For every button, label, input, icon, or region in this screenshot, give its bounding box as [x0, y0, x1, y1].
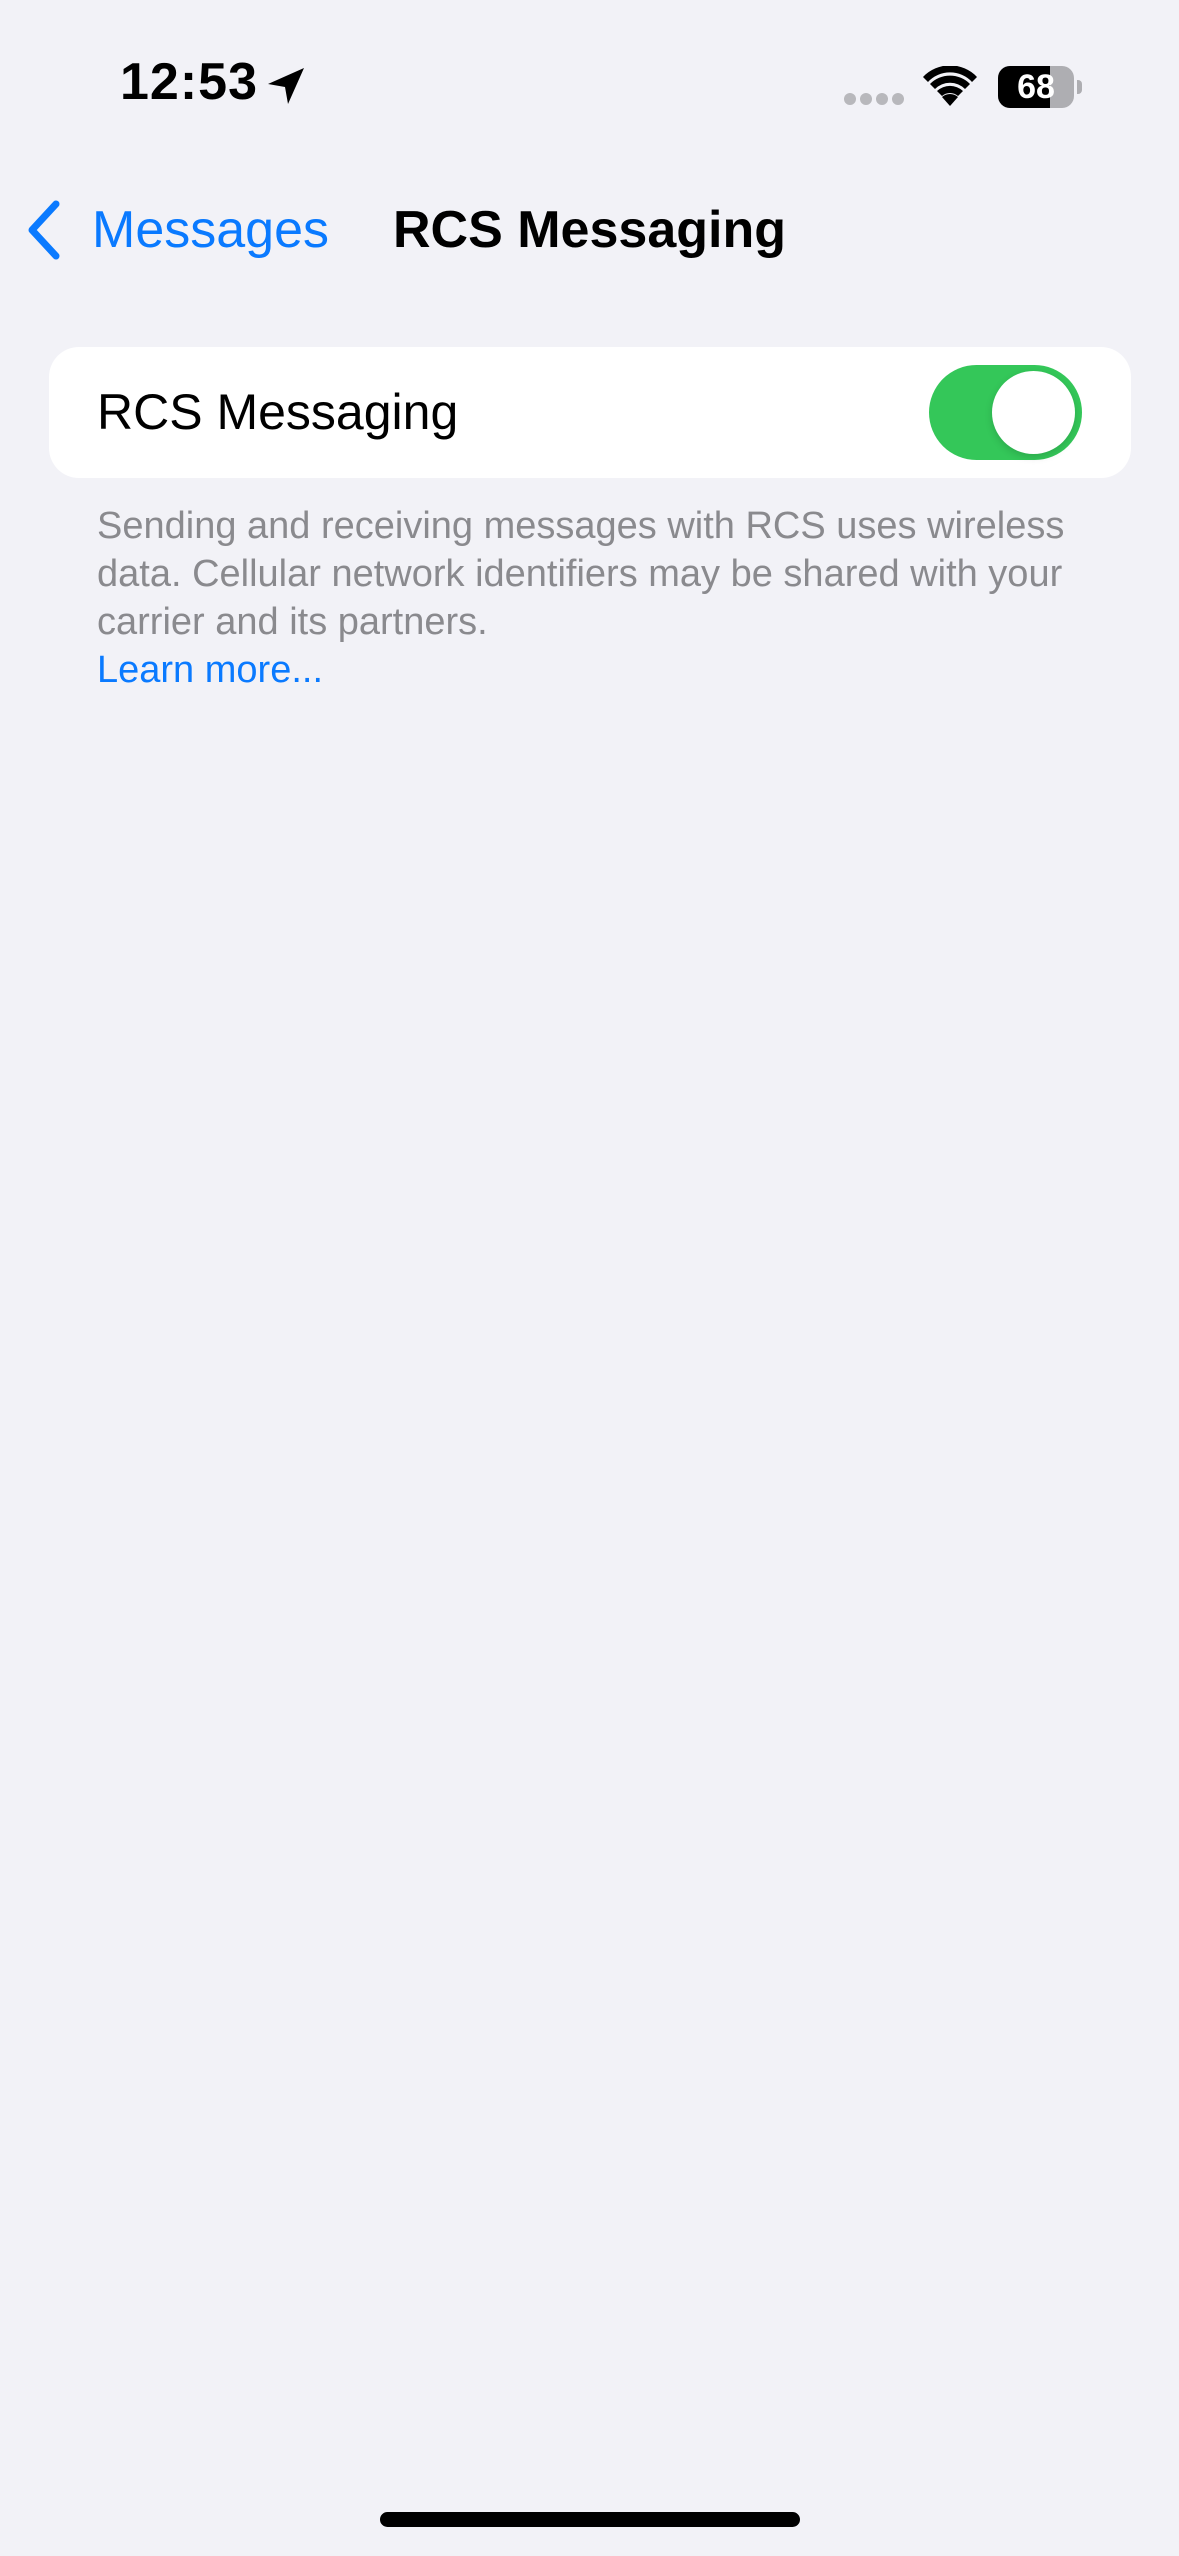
rcs-settings-group: RCS Messaging	[49, 347, 1131, 478]
chevron-left-icon	[28, 200, 60, 260]
rcs-messaging-label: RCS Messaging	[97, 384, 459, 440]
status-time: 12:53	[120, 53, 258, 111]
battery-level: 68	[1017, 68, 1055, 106]
back-label: Messages	[92, 201, 329, 259]
wifi-icon	[923, 66, 977, 106]
rcs-footer: Sending and receiving messages with RCS …	[97, 502, 1097, 694]
footer-description: Sending and receiving messages with RCS …	[97, 505, 1065, 643]
location-arrow-icon	[268, 68, 304, 104]
rcs-messaging-toggle[interactable]	[929, 365, 1082, 460]
cellular-signal-icon	[844, 93, 904, 105]
status-bar: 12:53 68	[0, 0, 1179, 170]
battery-indicator: 68	[998, 66, 1082, 108]
toggle-knob	[992, 371, 1075, 454]
back-button[interactable]: Messages	[24, 192, 329, 268]
learn-more-link[interactable]: Learn more...	[97, 646, 1097, 694]
home-indicator[interactable]	[380, 2512, 800, 2527]
